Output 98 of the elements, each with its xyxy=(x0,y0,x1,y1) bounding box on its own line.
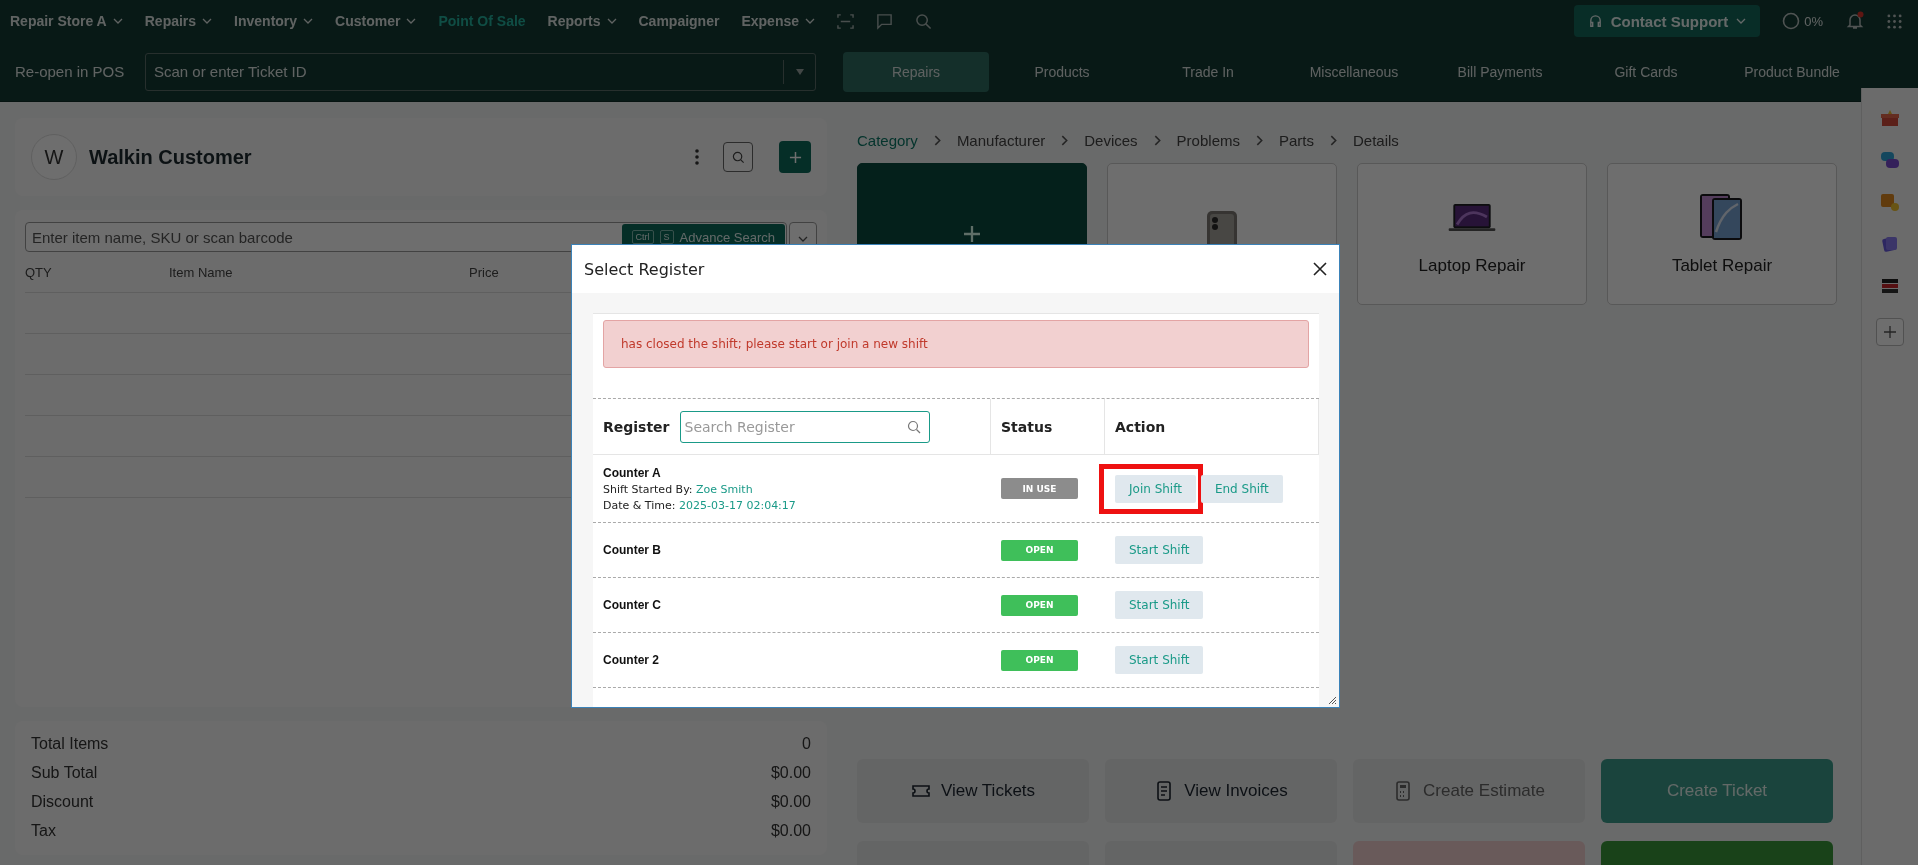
register-name: Counter 2 xyxy=(603,653,660,667)
breadcrumb-item[interactable]: Devices xyxy=(1084,132,1138,149)
register-search-field[interactable]: Search Register xyxy=(679,410,930,443)
shift-button[interactable]: Start Shift xyxy=(1115,536,1204,564)
search-icon xyxy=(906,419,921,434)
store-menu[interactable]: Repair Store A xyxy=(10,13,123,29)
status-badge: IN USE xyxy=(1001,478,1078,499)
shift-button[interactable]: Join Shift xyxy=(1115,474,1196,503)
category-card[interactable]: Tablet Repair xyxy=(1607,163,1837,305)
reopen-label: Re-open in POS xyxy=(15,63,126,80)
search-icon xyxy=(731,150,745,164)
breadcrumb-item[interactable]: Details xyxy=(1353,132,1399,149)
nav-menu-item[interactable]: Repairs xyxy=(144,13,213,29)
total-label: Total Items xyxy=(31,735,109,754)
close-icon[interactable] xyxy=(1313,262,1327,276)
progress-ring-icon xyxy=(1782,12,1801,30)
status-badge: OPEN xyxy=(1001,539,1078,561)
bell-icon[interactable] xyxy=(1845,11,1865,31)
category-tab[interactable]: Gift Cards xyxy=(1573,51,1719,92)
chevron-right-icon xyxy=(1061,135,1069,146)
scan-icon[interactable] xyxy=(837,12,854,30)
resize-grip-icon[interactable] xyxy=(1327,695,1337,705)
caret-icon xyxy=(1736,18,1747,24)
action-button[interactable]: View Invoices xyxy=(1105,759,1337,823)
gift-icon[interactable] xyxy=(1880,108,1900,128)
breadcrumb-item[interactable]: Problems xyxy=(1176,132,1240,149)
nav-menu-item[interactable]: Inventory xyxy=(234,13,314,29)
shift-button[interactable]: Start Shift xyxy=(1115,591,1204,619)
status-badge: OPEN xyxy=(1001,649,1078,671)
breadcrumb-item[interactable]: Manufacturer xyxy=(956,132,1046,149)
add-app-button[interactable] xyxy=(1876,318,1904,346)
register-name: Counter A xyxy=(603,465,662,480)
column-header: Register xyxy=(603,418,670,435)
customer-search-button[interactable] xyxy=(723,142,753,172)
category-label: Laptop Repair xyxy=(1418,256,1526,276)
chat-bubbles-icon[interactable] xyxy=(1880,150,1900,170)
chat-icon[interactable] xyxy=(876,12,893,30)
chevron-right-icon xyxy=(933,135,941,146)
total-value: $0.00 xyxy=(770,822,811,841)
shift-date-time: Date & Time: 2025-03-17 02:04:17 xyxy=(603,498,797,512)
column-header: QTY xyxy=(25,264,53,280)
search-icon[interactable] xyxy=(915,12,932,30)
category-tab[interactable]: Product Bundle xyxy=(1719,51,1865,92)
nav-menu-item[interactable]: Expense xyxy=(741,13,815,29)
caret-icon xyxy=(798,235,808,242)
alert-message: has closed the shift; please start or join a new shift xyxy=(603,320,1309,368)
plus-icon xyxy=(788,150,802,164)
nav-menu-item[interactable]: Campaigner xyxy=(638,13,720,29)
category-tab[interactable]: Miscellaneous xyxy=(1281,51,1427,92)
customer-name: Walkin Customer xyxy=(89,145,252,169)
chevron-right-icon xyxy=(1255,135,1263,146)
breadcrumb-item[interactable]: Category xyxy=(857,132,918,149)
register-name: Counter B xyxy=(603,543,662,557)
caret-icon[interactable] xyxy=(796,68,804,75)
total-value: $0.00 xyxy=(770,764,811,783)
apps-grid-icon[interactable] xyxy=(1887,13,1902,29)
headset-icon xyxy=(1587,13,1603,29)
caret-icon xyxy=(112,18,123,24)
shift-started-by: Shift Started By: Zoe Smith xyxy=(603,482,754,496)
add-customer-button[interactable] xyxy=(779,141,811,173)
category-label: Tablet Repair xyxy=(1671,256,1773,276)
category-tab[interactable]: Bill Payments xyxy=(1427,51,1573,92)
plus-icon xyxy=(1884,326,1896,338)
dialog-title: Select Register xyxy=(584,259,705,279)
progress-percent: 0% xyxy=(1804,13,1823,29)
category-tab[interactable]: Products xyxy=(989,51,1135,92)
column-header: Price xyxy=(469,264,499,280)
total-value: 0 xyxy=(802,735,811,754)
ticket-id-field[interactable]: Scan or enter Ticket ID xyxy=(145,52,816,91)
column-header: Action xyxy=(1115,418,1166,435)
chevron-right-icon xyxy=(1153,135,1161,146)
action-button[interactable]: Create Ticket xyxy=(1601,759,1833,823)
customer-avatar: W xyxy=(31,134,77,180)
more-icon[interactable] xyxy=(695,149,699,165)
register-name: Counter C xyxy=(603,598,662,612)
nav-menu-item[interactable]: Customer xyxy=(335,13,417,29)
shift-button[interactable]: End Shift xyxy=(1200,474,1283,503)
category-card[interactable]: Laptop Repair xyxy=(1357,163,1587,305)
chevron-right-icon xyxy=(1330,135,1337,146)
shapes-icon[interactable] xyxy=(1880,192,1900,212)
stack-icon[interactable] xyxy=(1880,276,1900,296)
shift-button[interactable]: Start Shift xyxy=(1115,646,1204,674)
action-button[interactable]: View Tickets xyxy=(857,759,1089,823)
cards-icon[interactable] xyxy=(1880,234,1900,254)
status-badge: OPEN xyxy=(1001,594,1078,616)
nav-menu-item[interactable]: Reports xyxy=(547,13,617,29)
total-value: $0.00 xyxy=(770,793,811,812)
total-label: Discount xyxy=(31,793,94,812)
category-tab[interactable]: Repairs xyxy=(843,51,989,92)
contact-support-button[interactable]: Contact Support xyxy=(1573,5,1761,37)
category-tab[interactable]: Trade In xyxy=(1135,51,1281,92)
breadcrumb-item[interactable]: Parts xyxy=(1278,132,1314,149)
action-button[interactable]: Create Estimate xyxy=(1353,759,1585,823)
column-header: Item Name xyxy=(169,264,234,280)
total-label: Tax xyxy=(31,822,56,841)
column-header: Status xyxy=(1001,418,1053,435)
total-label: Sub Total xyxy=(31,764,98,783)
plus-icon xyxy=(964,226,980,242)
